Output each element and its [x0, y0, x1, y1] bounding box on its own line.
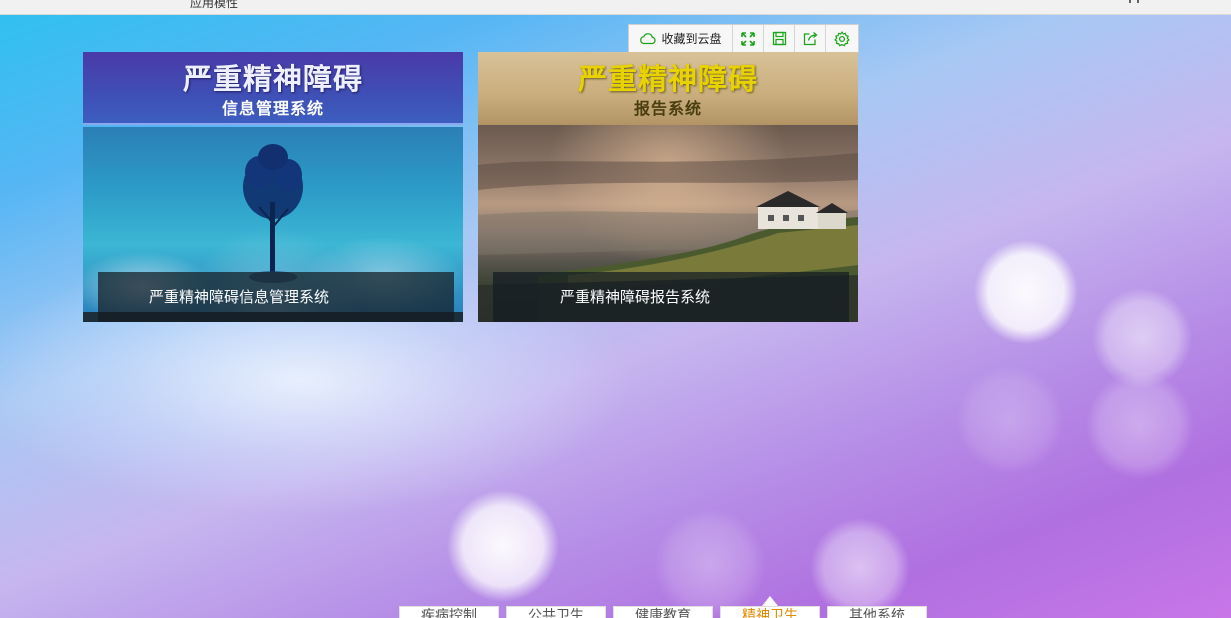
tab-other-systems[interactable]: 其他系统 — [827, 606, 927, 618]
cloud-icon — [639, 32, 657, 45]
share-button[interactable] — [795, 25, 826, 52]
active-tab-pointer — [762, 596, 778, 606]
banner-title: 严重精神障碍 — [182, 62, 363, 96]
banner-title: 严重精神障碍 — [577, 62, 758, 96]
save-button[interactable] — [764, 25, 795, 52]
fullscreen-icon — [741, 31, 755, 46]
app-tile-report-system[interactable]: 严重精神障碍 报告系统 严重精神障碍报告系统 — [478, 52, 858, 322]
tile-banner: 严重精神障碍 报告系统 — [478, 52, 858, 125]
user-icon[interactable] — [1128, 0, 1140, 8]
app-tile-info-management[interactable]: 严重精神障碍 信息管理系统 严重精神障碍信息管理系统 — [83, 52, 463, 322]
tile-caption-bar: 严重精神障碍信息管理系统 — [98, 272, 454, 322]
fullscreen-button[interactable] — [733, 25, 764, 52]
banner-subtitle: 信息管理系统 — [221, 99, 324, 118]
top-bar-title: 应用模性 — [190, 0, 239, 10]
tab-health-education[interactable]: 健康教育 — [613, 606, 713, 618]
tab-disease-control[interactable]: 疾病控制 — [399, 606, 499, 618]
save-to-cloud-label: 收藏到云盘 — [661, 32, 722, 46]
save-to-cloud-button[interactable]: 收藏到云盘 — [629, 25, 733, 52]
tile-caption: 严重精神障碍报告系统 — [560, 288, 711, 306]
settings-icon — [833, 30, 850, 47]
share-icon — [803, 31, 818, 46]
save-icon — [772, 31, 787, 46]
settings-button[interactable] — [826, 25, 857, 52]
top-bar: 应用模性 — [0, 0, 1231, 15]
tab-public-health[interactable]: 公共卫生 — [506, 606, 606, 618]
tile-caption-bar: 严重精神障碍报告系统 — [493, 272, 849, 322]
tab-mental-health[interactable]: 精神卫生 — [720, 606, 820, 618]
tile-toolbar: 收藏到云盘 — [628, 24, 859, 53]
banner-subtitle: 报告系统 — [633, 99, 702, 118]
tile-banner: 严重精神障碍 信息管理系统 — [83, 52, 463, 125]
tile-caption: 严重精神障碍信息管理系统 — [149, 288, 330, 306]
